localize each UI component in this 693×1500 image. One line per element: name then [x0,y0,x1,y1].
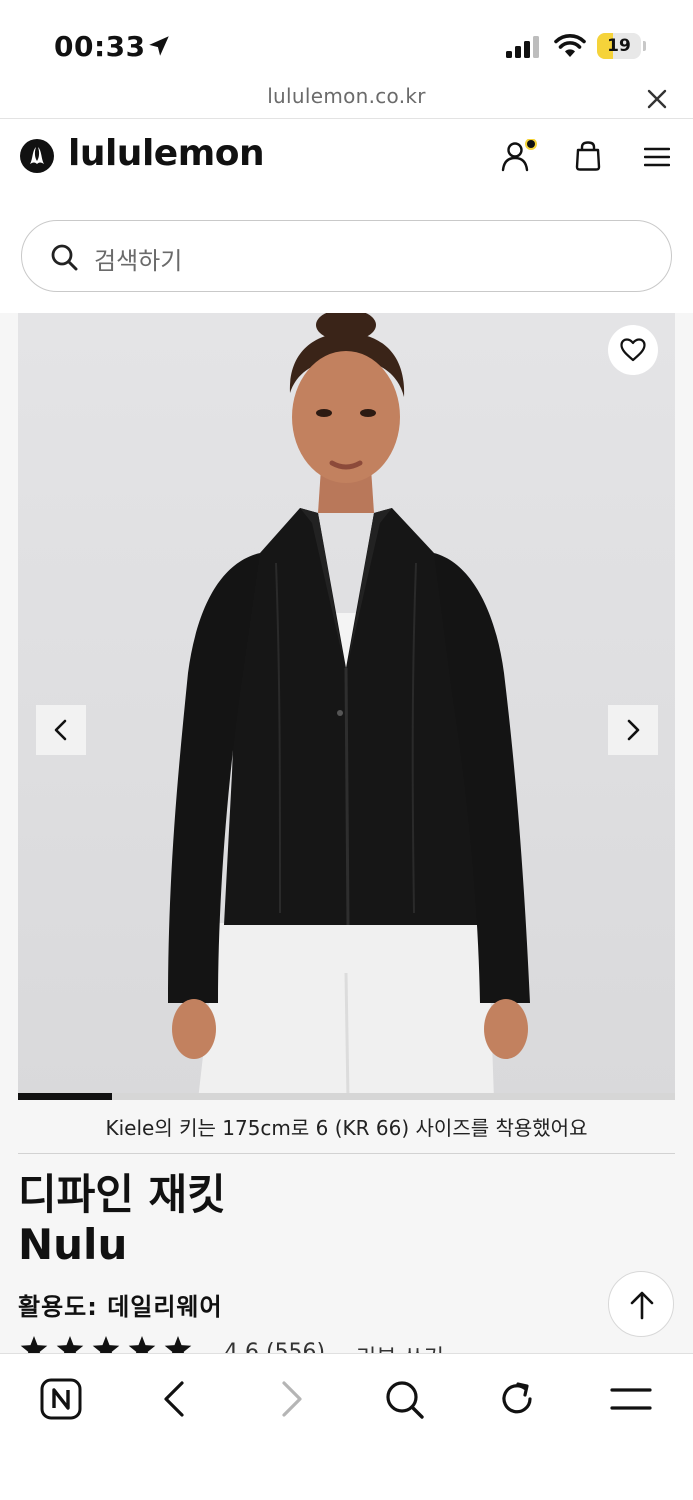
cellular-signal-icon [506,36,539,58]
rating-star [56,1336,84,1354]
refresh-icon [502,1382,532,1414]
status-bar: 00:33 19 [0,0,693,84]
wishlist-button[interactable] [608,325,658,375]
star-rating [20,1336,192,1354]
browser-toolbar [0,1353,693,1500]
url-text[interactable]: lululemon.co.kr [0,84,693,108]
heart-icon [620,338,646,362]
chevron-left-icon [54,719,67,741]
site-header: lululemon [0,118,693,194]
rating-star [164,1336,192,1354]
naver-home-icon [40,1378,82,1420]
menu-icon [610,1388,652,1410]
model-size-caption: Kiele의 키는 175cm로 6 (KR 66) 사이즈를 착용했어요 [105,1116,588,1140]
product-image-gallery[interactable] [18,313,675,1100]
scroll-to-top-button[interactable] [608,1271,674,1337]
rating-star [20,1336,48,1354]
status-time: 00:33 [54,30,146,63]
product-activity: 활용도: 데일리웨어 [18,1293,223,1321]
close-icon[interactable] [646,88,668,110]
product-title: 디파인 재킷 Nulu [18,1170,226,1270]
search-icon [51,244,78,271]
search-placeholder[interactable]: 검색하기 [94,241,182,276]
product-title-line2: Nulu [18,1220,128,1269]
previous-image-button[interactable] [36,705,86,755]
refresh-button[interactable] [494,1376,540,1422]
hamburger-menu-icon[interactable] [644,146,670,168]
next-image-button[interactable] [608,705,658,755]
toolbar-search-button[interactable] [381,1376,427,1422]
product-title-line1: 디파인 재킷 [18,1170,226,1219]
battery-icon: 19 [597,33,647,59]
brand-logo[interactable]: lululemon [68,133,265,174]
browser-menu-button[interactable] [608,1376,654,1422]
gallery-progress-bar [18,1093,675,1100]
location-arrow-icon [149,36,169,56]
write-review-link[interactable]: 리뷰 쓰기 [356,1340,444,1354]
shopping-bag-icon[interactable] [574,141,602,171]
naver-home-button[interactable] [38,1376,84,1422]
lululemon-logo-icon[interactable] [20,139,54,173]
forward-arrow-icon [282,1381,302,1417]
back-arrow-icon [164,1381,184,1417]
rating-star [128,1336,156,1354]
gallery-progress-fill [18,1093,112,1100]
rating-value[interactable]: 4.6 (556) [224,1340,325,1354]
arrow-up-icon [630,1291,654,1320]
battery-level: 19 [607,36,631,56]
rating-star [92,1336,120,1354]
chevron-right-icon [627,719,640,741]
divider [18,1153,675,1154]
forward-button[interactable] [268,1376,314,1422]
wifi-icon [554,34,586,57]
rating-row: 4.6 (556) 리뷰 쓰기 [18,1334,518,1354]
account-icon[interactable] [500,139,544,173]
back-button[interactable] [152,1376,198,1422]
search-icon [386,1381,424,1419]
search-input[interactable]: 검색하기 [21,220,672,292]
product-photo [168,313,530,1100]
url-bar[interactable]: lululemon.co.kr [0,84,693,118]
